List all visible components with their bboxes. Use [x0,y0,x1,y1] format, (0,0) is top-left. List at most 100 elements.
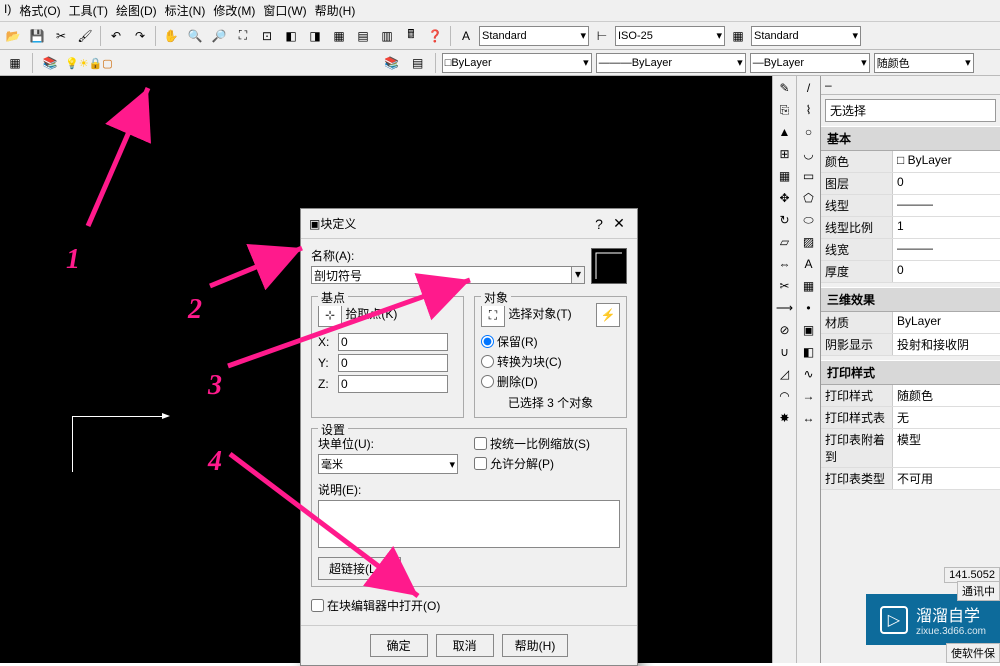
text-icon[interactable]: A [799,254,819,274]
prop-value[interactable]: ByLayer [893,312,1000,333]
prop-value[interactable]: 随颜色 [893,385,1000,406]
hyperlink-button[interactable]: 超链接(L)... [318,557,401,580]
mirror-icon[interactable]: ▲ [775,122,795,142]
help-icon[interactable]: ❓ [424,25,446,47]
prop-value[interactable]: 无 [893,407,1000,428]
linetype-combo[interactable]: ——— ByLayer▾ [596,53,746,73]
save-icon[interactable]: 💾 [26,25,48,47]
fillet-icon[interactable]: ◠ [775,386,795,406]
arc-icon[interactable]: ◡ [799,144,819,164]
lineweight-combo[interactable]: — ByLayer▾ [750,53,870,73]
menu-item-draw[interactable]: 绘图(D) [116,2,157,19]
description-textarea[interactable] [318,500,620,548]
pan-icon[interactable]: ✋ [160,25,182,47]
tool-icon[interactable]: ▦ [328,25,350,47]
break-icon[interactable]: ⊘ [775,320,795,340]
zoom-in-icon[interactable]: 🔍 [184,25,206,47]
dim-style-combo[interactable]: ISO-25▾ [615,26,725,46]
chamfer-icon[interactable]: ◿ [775,364,795,384]
rotate-icon[interactable]: ↻ [775,210,795,230]
menu-item-help[interactable]: 帮助(H) [315,2,356,19]
retain-radio[interactable] [481,335,494,348]
zoom-extents-icon[interactable]: ⊡ [256,25,278,47]
drawing-canvas[interactable]: ▣ 块定义 ? ✕ 名称(A): ▾ [0,76,772,663]
pick-point-icon[interactable]: ⊹ [318,303,342,327]
prop-value[interactable]: 0 [893,173,1000,194]
y-input[interactable] [338,354,448,372]
undo-icon[interactable]: ↶ [105,25,127,47]
menu-item-window[interactable]: 窗口(W) [263,2,306,19]
prop-value[interactable]: 1 [893,217,1000,238]
calc-icon[interactable]: 🖩 [400,25,422,47]
prop-value[interactable]: 投射和接收阴 [893,334,1000,355]
tool-icon[interactable]: ▥ [376,25,398,47]
hatch-icon[interactable]: ▨ [799,232,819,252]
z-input[interactable] [338,375,448,393]
uniform-scale-check[interactable] [474,437,487,450]
name-dropdown-icon[interactable]: ▾ [572,266,585,284]
menu-item[interactable]: I) [4,2,11,19]
menu-item-format[interactable]: 格式(O) [19,2,60,19]
prop-value[interactable]: □ ByLayer [893,151,1000,172]
prop-value[interactable]: 不可用 [893,468,1000,489]
table-style-combo[interactable]: Standard▾ [751,26,861,46]
help-button[interactable]: 帮助(H) [502,634,569,657]
xline-icon[interactable]: ↔ [799,408,819,428]
select-objects-icon[interactable]: ⛶ [481,303,505,327]
block-name-input[interactable] [311,266,572,284]
circle-icon[interactable]: ○ [799,122,819,142]
offset-icon[interactable]: ⊞ [775,144,795,164]
redo-icon[interactable]: ↷ [129,25,151,47]
menu-item-modify[interactable]: 修改(M) [213,2,255,19]
open-in-editor-check[interactable] [311,599,324,612]
layer-tool-icon[interactable]: 📚 [381,52,403,74]
delete-radio[interactable] [481,375,494,388]
allow-explode-check[interactable] [474,457,487,470]
prop-value[interactable]: ——— [893,239,1000,260]
text-style-icon[interactable]: A [455,25,477,47]
extend-icon[interactable]: ⟶ [775,298,795,318]
join-icon[interactable]: ∪ [775,342,795,362]
line-icon[interactable]: / [799,78,819,98]
tool-icon[interactable]: ◨ [304,25,326,47]
menu-item-tools[interactable]: 工具(T) [69,2,108,19]
cut-icon[interactable]: ✂ [50,25,72,47]
block-icon[interactable]: ▣ [799,320,819,340]
cancel-button[interactable]: 取消 [436,634,494,657]
tool-icon[interactable]: ▤ [352,25,374,47]
convert-radio[interactable] [481,355,494,368]
table-style-icon[interactable]: ▦ [727,25,749,47]
close-icon[interactable]: ✕ [609,215,629,232]
explode-icon[interactable]: ✸ [775,408,795,428]
pencil-icon[interactable]: ✎ [775,78,795,98]
panel-collapse-icon[interactable]: – [825,78,832,92]
ray-icon[interactable]: → [799,386,819,406]
stretch-icon[interactable]: ⇔ [775,254,795,274]
scale-icon[interactable]: ▱ [775,232,795,252]
quick-select-icon[interactable]: ⚡ [596,303,620,327]
layer-tool-icon[interactable]: ▤ [407,52,429,74]
menu-item-annotate[interactable]: 标注(N) [165,2,206,19]
dialog-context-help-icon[interactable]: ? [589,216,609,232]
prop-value[interactable]: ——— [893,195,1000,216]
copy-icon[interactable]: ⎘ [775,100,795,120]
block-unit-combo[interactable]: 毫米▾ [318,454,458,474]
spline-icon[interactable]: ∿ [799,364,819,384]
x-input[interactable] [338,333,448,351]
paint-icon[interactable]: 🖌 [74,25,96,47]
trim-icon[interactable]: ✂ [775,276,795,296]
move-icon[interactable]: ✥ [775,188,795,208]
open-icon[interactable]: 📂 [2,25,24,47]
region-icon[interactable]: ◧ [799,342,819,362]
tool-icon[interactable]: ◧ [280,25,302,47]
array-icon[interactable]: ▦ [775,166,795,186]
selection-combo[interactable]: 无选择 [825,99,996,122]
point-icon[interactable]: • [799,298,819,318]
ellipse-icon[interactable]: ⬭ [799,210,819,230]
dim-style-icon[interactable]: ⊢ [591,25,613,47]
color-combo[interactable]: □ ByLayer▾ [442,53,592,73]
zoom-window-icon[interactable]: ⛶ [232,25,254,47]
rectangle-icon[interactable]: ▭ [799,166,819,186]
polyline-icon[interactable]: ⌇ [799,100,819,120]
prop-value[interactable]: 0 [893,261,1000,282]
